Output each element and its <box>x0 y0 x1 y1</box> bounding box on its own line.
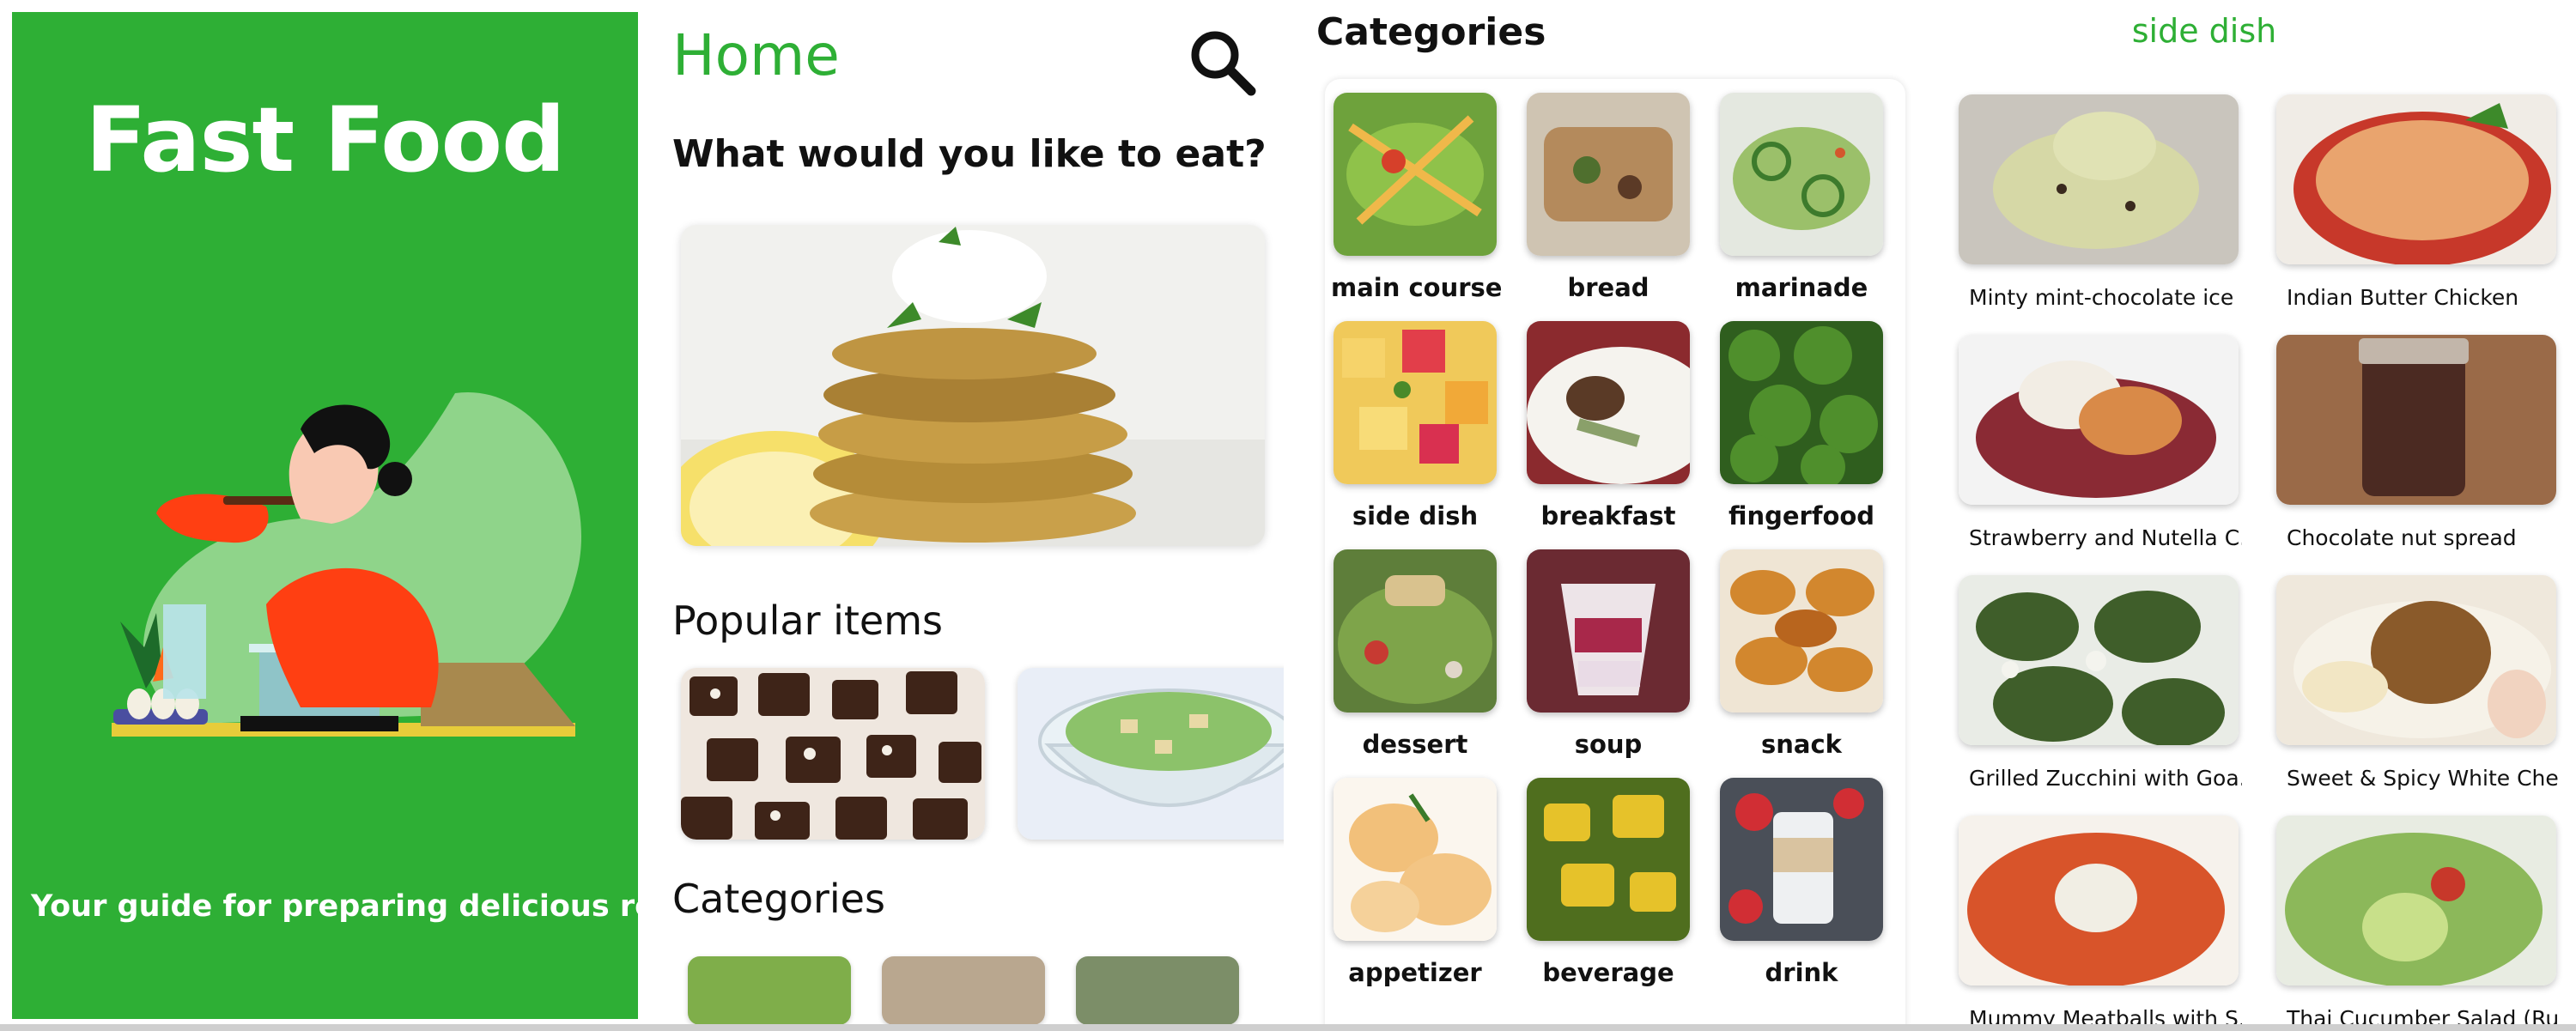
category-breakfast[interactable]: breakfast <box>1524 321 1692 531</box>
category-label: side dish <box>1352 501 1479 531</box>
category-image <box>1720 778 1883 941</box>
recipe-image <box>2276 575 2556 745</box>
recipe-image <box>1959 575 2239 745</box>
recipe-image <box>2276 335 2556 505</box>
side-dish-screen: side dish Minty mint-chocolate ice ... I… <box>1929 0 2576 1031</box>
recipe-image <box>2276 816 2556 986</box>
recipe-title: Strawberry and Nutella C... <box>1969 525 2242 550</box>
category-image <box>1720 321 1883 484</box>
popular-items-heading: Popular items <box>672 597 943 644</box>
category-label: snack <box>1761 730 1842 759</box>
category-preview-tile[interactable] <box>882 956 1045 1025</box>
splash-screen: Fast Food Your guide for preparing delic… <box>12 12 743 1019</box>
category-label: beverage <box>1542 958 1674 987</box>
category-preview-tile[interactable] <box>1076 956 1239 1025</box>
recipe-card[interactable]: Mummy Meatballs with S... <box>1959 816 2242 1031</box>
popular-item-card[interactable] <box>681 668 985 840</box>
recipe-image <box>1959 94 2239 264</box>
page-title: Home <box>672 22 840 88</box>
recipe-title: Grilled Zucchini with Goa... <box>1969 766 2242 791</box>
recipe-card[interactable]: Chocolate nut spread <box>2276 335 2560 550</box>
category-preview-tile[interactable] <box>688 956 851 1025</box>
app-tagline: Your guide for preparing delicious recip… <box>31 889 744 924</box>
categories-screen: Categories main course bread marinade si… <box>1284 0 1929 1031</box>
category-image <box>1527 549 1690 713</box>
recipe-image <box>1959 816 2239 986</box>
recipe-image <box>2276 94 2556 264</box>
category-beverage[interactable]: beverage <box>1524 778 1692 987</box>
category-image <box>1527 321 1690 484</box>
category-side-dish[interactable]: side dish <box>1331 321 1499 531</box>
popular-items-carousel[interactable] <box>681 668 1284 843</box>
page-title: side dish <box>2131 12 2277 50</box>
category-bread[interactable]: bread <box>1524 93 1692 302</box>
category-drink[interactable]: drink <box>1717 778 1886 987</box>
category-label: bread <box>1567 273 1649 302</box>
recipe-card[interactable]: Sweet & Spicy White Che... <box>2276 575 2560 791</box>
recipe-title: Minty mint-chocolate ice ... <box>1969 285 2242 310</box>
category-image <box>1720 549 1883 713</box>
category-image <box>1527 93 1690 256</box>
recipe-card[interactable]: Minty mint-chocolate ice ... <box>1959 94 2242 310</box>
category-label: fingerfood <box>1728 501 1875 531</box>
recipe-card[interactable]: Strawberry and Nutella C... <box>1959 335 2242 550</box>
category-dessert[interactable]: dessert <box>1331 549 1499 759</box>
recipe-title: Indian Butter Chicken <box>2287 285 2519 310</box>
prompt-heading: What would you like to eat? <box>672 132 1267 176</box>
featured-recipe-card[interactable] <box>681 225 1265 546</box>
category-marinade[interactable]: marinade <box>1717 93 1886 302</box>
category-image <box>1334 778 1497 941</box>
caesar-salad-image <box>1018 668 1284 840</box>
cooking-woman-illustration <box>94 390 592 750</box>
recipe-card[interactable]: Thai Cucumber Salad (Ru... <box>2276 816 2560 1031</box>
category-label: main course <box>1331 273 1503 302</box>
category-label: marinade <box>1735 273 1868 302</box>
category-label: breakfast <box>1540 501 1676 531</box>
home-screen: Home What would you like to eat? Popular… <box>638 0 1284 1031</box>
category-image <box>1527 778 1690 941</box>
popular-item-card[interactable] <box>1018 668 1284 840</box>
category-image <box>1334 549 1497 713</box>
category-snack[interactable]: snack <box>1717 549 1886 759</box>
category-label: drink <box>1765 958 1838 987</box>
category-label: soup <box>1574 730 1643 759</box>
category-main-course[interactable]: main course <box>1331 93 1503 302</box>
chocolate-bites-image <box>681 668 985 840</box>
bottom-divider <box>0 1024 2576 1031</box>
app-title: Fast Food <box>85 88 565 192</box>
search-icon <box>1191 31 1256 96</box>
category-label: dessert <box>1362 730 1468 759</box>
category-soup[interactable]: soup <box>1524 549 1692 759</box>
page-title: Categories <box>1316 10 1546 54</box>
category-appetizer[interactable]: appetizer <box>1331 778 1499 987</box>
recipe-title: Sweet & Spicy White Che... <box>2287 766 2560 791</box>
categories-heading: Categories <box>672 876 885 922</box>
category-image <box>1334 321 1497 484</box>
recipe-title: Chocolate nut spread <box>2287 525 2517 550</box>
categories-preview-row[interactable] <box>681 956 1265 1031</box>
category-fingerfood[interactable]: fingerfood <box>1717 321 1886 531</box>
recipe-image <box>1959 335 2239 505</box>
recipe-card[interactable]: Indian Butter Chicken <box>2276 94 2560 310</box>
category-image <box>1720 93 1883 256</box>
category-image <box>1334 93 1497 256</box>
category-label: appetizer <box>1348 958 1482 987</box>
recipe-card[interactable]: Grilled Zucchini with Goa... <box>1959 575 2242 791</box>
zucchini-fritters-image <box>681 225 1265 546</box>
search-button[interactable] <box>1186 26 1258 98</box>
